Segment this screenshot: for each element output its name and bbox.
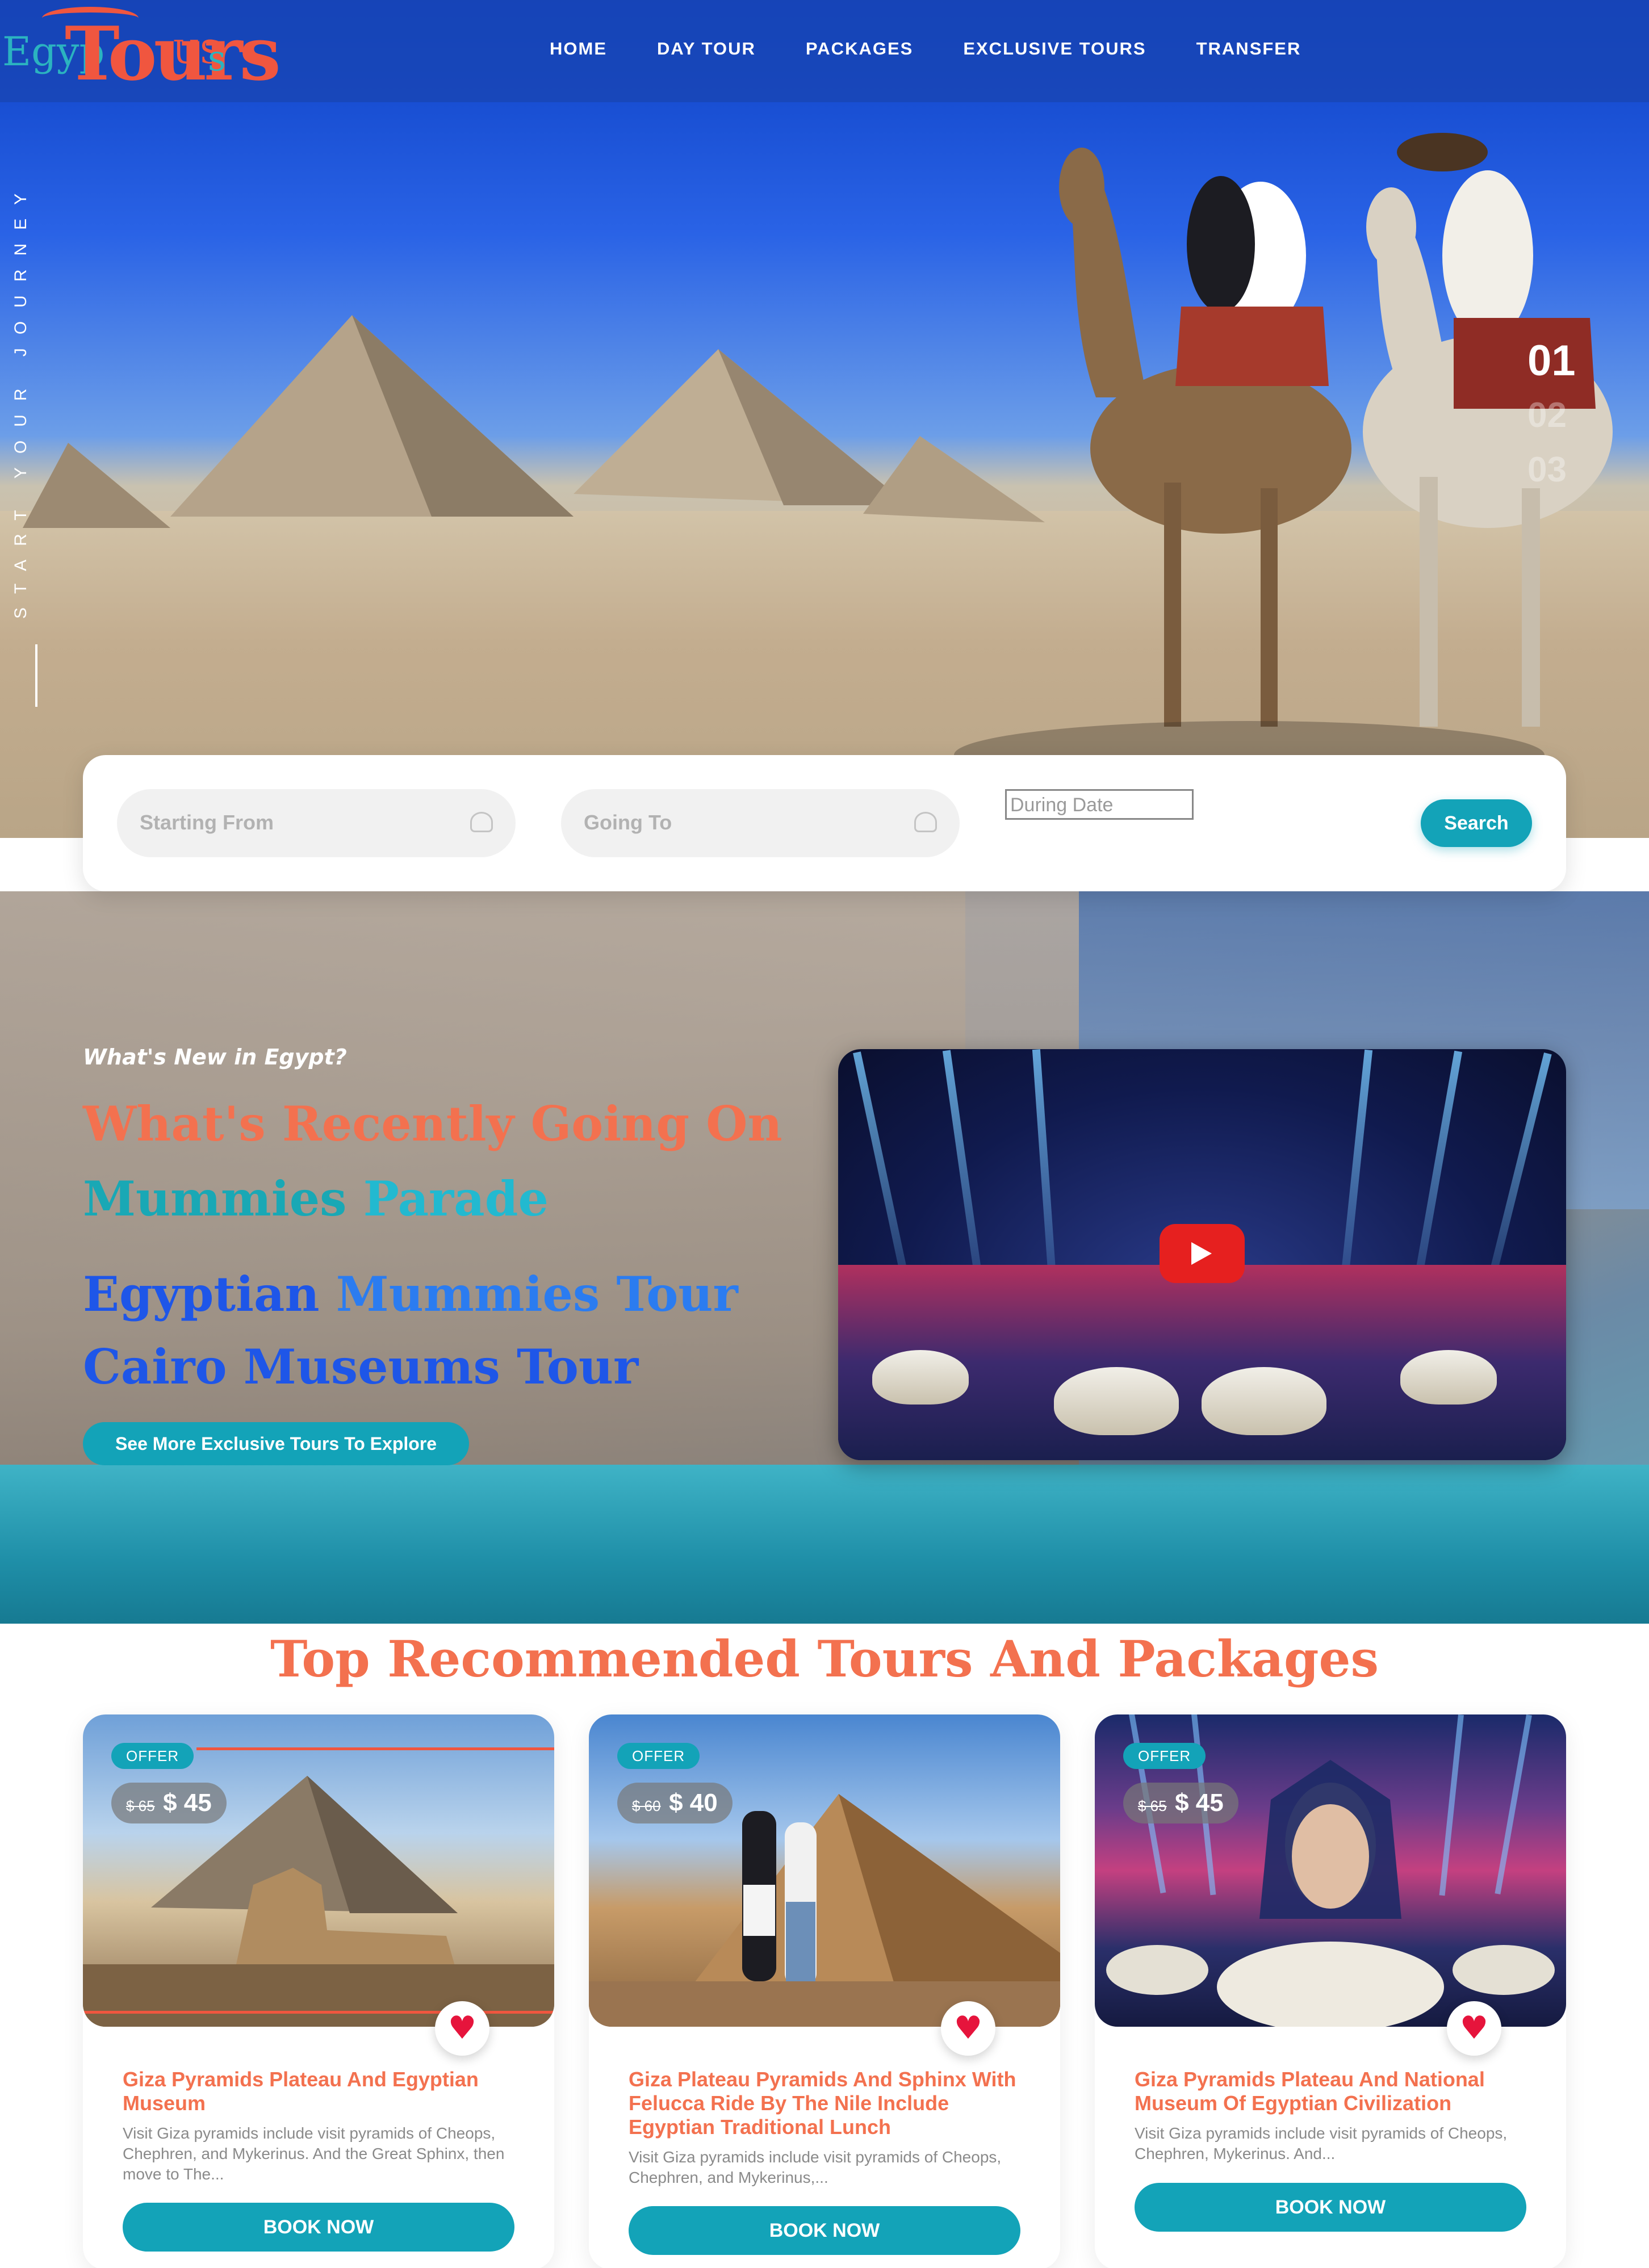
- search-button[interactable]: Search: [1421, 799, 1532, 847]
- performer-bowl: [1202, 1367, 1326, 1435]
- tour-card-title[interactable]: Giza Pyramids Plateau And Egyptian Museu…: [123, 2068, 514, 2115]
- performer-bowl: [1400, 1350, 1497, 1405]
- tour-card-description: Visit Giza pyramids include visit pyrami…: [1135, 2124, 1508, 2162]
- news-link-egyptian-word: Egyptian: [83, 1266, 320, 1322]
- nav-transfer[interactable]: TRANSFER: [1196, 39, 1301, 59]
- camel-left-head: [1059, 148, 1104, 227]
- play-icon[interactable]: [1160, 1224, 1245, 1283]
- performer-bowl: [1054, 1367, 1179, 1435]
- starting-from-placeholder: Starting From: [140, 811, 274, 834]
- logo-tours-text: Tours: [65, 10, 281, 97]
- hat: [1397, 133, 1488, 171]
- book-now-button[interactable]: BOOK NOW: [123, 2203, 514, 2252]
- favorite-heart-icon[interactable]: ♥: [1447, 2001, 1501, 2056]
- performer-bowl: [1217, 1942, 1444, 2027]
- performer-bowl: [1106, 1945, 1208, 1995]
- hero-vertical-line: [35, 644, 37, 707]
- going-to-field[interactable]: Going To: [561, 789, 960, 857]
- pyramids-illustration: [23, 133, 1613, 789]
- during-date-input[interactable]: During Date: [1005, 789, 1194, 820]
- rider-child: [1187, 176, 1255, 312]
- pyramid-ruin: [23, 443, 170, 528]
- tour-card-image[interactable]: OFFER $ 65 $ 45: [83, 1714, 554, 2027]
- new-price: $ 45: [1175, 1789, 1224, 1817]
- nav-exclusive-tours[interactable]: EXCLUSIVE TOURS: [963, 39, 1146, 59]
- nav-packages[interactable]: PACKAGES: [806, 39, 913, 59]
- news-heading: What's Recently Going On: [83, 1096, 782, 1152]
- news-link-cairo-museums-tour[interactable]: Cairo Museums Tour: [83, 1339, 638, 1395]
- favorite-heart-icon[interactable]: ♥: [435, 2001, 489, 2056]
- tour-card: OFFER $ 65 $ 45 ♥ Giza Pyramids Plateau …: [1095, 1714, 1566, 2268]
- news-tag: What's New in Egypt?: [83, 1045, 347, 1070]
- pyramid-small: [863, 436, 1045, 522]
- location-icon: [914, 812, 937, 832]
- news-link-mummies-parade-word1: Mummies: [83, 1171, 347, 1227]
- play-triangle-icon: [1191, 1242, 1212, 1265]
- logo-s-text: s: [208, 37, 226, 79]
- price-badge: $ 65 $ 45: [1123, 1783, 1238, 1823]
- rider-woman: [1442, 170, 1533, 341]
- person-woman-legs: [786, 1902, 815, 1987]
- old-price: $ 65: [1138, 1797, 1167, 1814]
- tour-card-image[interactable]: OFFER $ 60 $ 40: [589, 1714, 1060, 2027]
- news-link-mummies-parade-word2: Parade: [363, 1171, 549, 1227]
- tour-card-title[interactable]: Giza Plateau Pyramids And Sphinx With Fe…: [629, 2068, 1020, 2139]
- camel-right-leg: [1522, 488, 1540, 727]
- hero-section: Egyp Tours US s HOME DAY TOUR PACKAGES E…: [0, 0, 1649, 838]
- nav-day-tour[interactable]: DAY TOUR: [657, 39, 756, 59]
- offer-badge: OFFER: [1123, 1743, 1206, 1769]
- card-divider-line: [196, 1747, 554, 1750]
- book-now-button[interactable]: BOOK NOW: [629, 2206, 1020, 2255]
- tour-card-description: Visit Giza pyramids include visit pyrami…: [123, 2124, 505, 2183]
- starting-from-field[interactable]: Starting From: [117, 789, 516, 857]
- tour-card: OFFER $ 60 $ 40 ♥ Giza Plateau Pyramids …: [589, 1714, 1060, 2268]
- tour-card-image[interactable]: OFFER $ 65 $ 45: [1095, 1714, 1566, 2027]
- slide-indicator-3[interactable]: 03: [1527, 443, 1576, 497]
- price-badge: $ 60 $ 40: [617, 1783, 733, 1823]
- tour-card-title[interactable]: Giza Pyramids Plateau And National Museu…: [1135, 2068, 1526, 2115]
- saddle-blanket: [1175, 307, 1329, 386]
- performer-bowl: [872, 1350, 969, 1405]
- brand-logo[interactable]: Egyp Tours US s: [2, 6, 281, 97]
- slide-indicator-2[interactable]: 02: [1527, 388, 1576, 443]
- news-link-egyptian-mummies-tour[interactable]: Egyptian Mummies Tour: [83, 1266, 738, 1322]
- camel-left-leg: [1261, 488, 1278, 727]
- camel-right-leg: [1420, 477, 1438, 727]
- new-price: $ 40: [669, 1789, 718, 1817]
- old-price: $ 65: [126, 1797, 155, 1814]
- search-bar: Starting From Going To During Date Searc…: [83, 755, 1566, 891]
- recommended-title: Top Recommended Tours And Packages: [270, 1629, 1379, 1688]
- tour-card: OFFER $ 65 $ 45 ♥ Giza Pyramids Plateau …: [83, 1714, 554, 2268]
- main-nav: HOME DAY TOUR PACKAGES EXCLUSIVE TOURS T…: [550, 39, 1351, 59]
- stage-light-beam: [1495, 1714, 1532, 1894]
- slide-indicator-1[interactable]: 01: [1527, 334, 1576, 388]
- reflecting-pool-bg: [0, 1465, 1649, 1624]
- hero-slide-indicator: 01 02 03: [1527, 334, 1576, 497]
- camel-right-head: [1366, 187, 1416, 267]
- nav-home[interactable]: HOME: [550, 39, 607, 59]
- location-icon: [470, 812, 493, 832]
- camel-left-leg: [1164, 483, 1181, 727]
- tour-card-description: Visit Giza pyramids include visit pyrami…: [629, 2148, 1002, 2186]
- offer-badge: OFFER: [617, 1743, 700, 1769]
- during-date-placeholder: During Date: [1010, 794, 1114, 816]
- person-man-legs: [743, 1885, 775, 1936]
- news-link-mummies-tour-words: Mummies Tour: [336, 1266, 738, 1322]
- new-price: $ 45: [163, 1789, 212, 1817]
- price-badge: $ 65 $ 45: [111, 1783, 227, 1823]
- hero-vertical-tagline: START YOUR JOURNEY: [11, 179, 30, 619]
- news-link-mummies-parade[interactable]: Mummies Parade: [83, 1171, 549, 1227]
- performer-bowl: [1453, 1945, 1555, 1995]
- favorite-heart-icon[interactable]: ♥: [941, 2001, 995, 2056]
- video-embed[interactable]: [838, 1049, 1566, 1460]
- book-now-button[interactable]: BOOK NOW: [1135, 2183, 1526, 2232]
- offer-badge: OFFER: [111, 1743, 194, 1769]
- top-navbar: Egyp Tours US s HOME DAY TOUR PACKAGES E…: [0, 0, 1649, 102]
- performer-face: [1292, 1804, 1369, 1909]
- stage-light-beam: [1439, 1714, 1464, 1896]
- explore-exclusive-tours-button[interactable]: See More Exclusive Tours To Explore: [83, 1422, 469, 1465]
- going-to-placeholder: Going To: [584, 811, 672, 834]
- old-price: $ 60: [632, 1797, 661, 1814]
